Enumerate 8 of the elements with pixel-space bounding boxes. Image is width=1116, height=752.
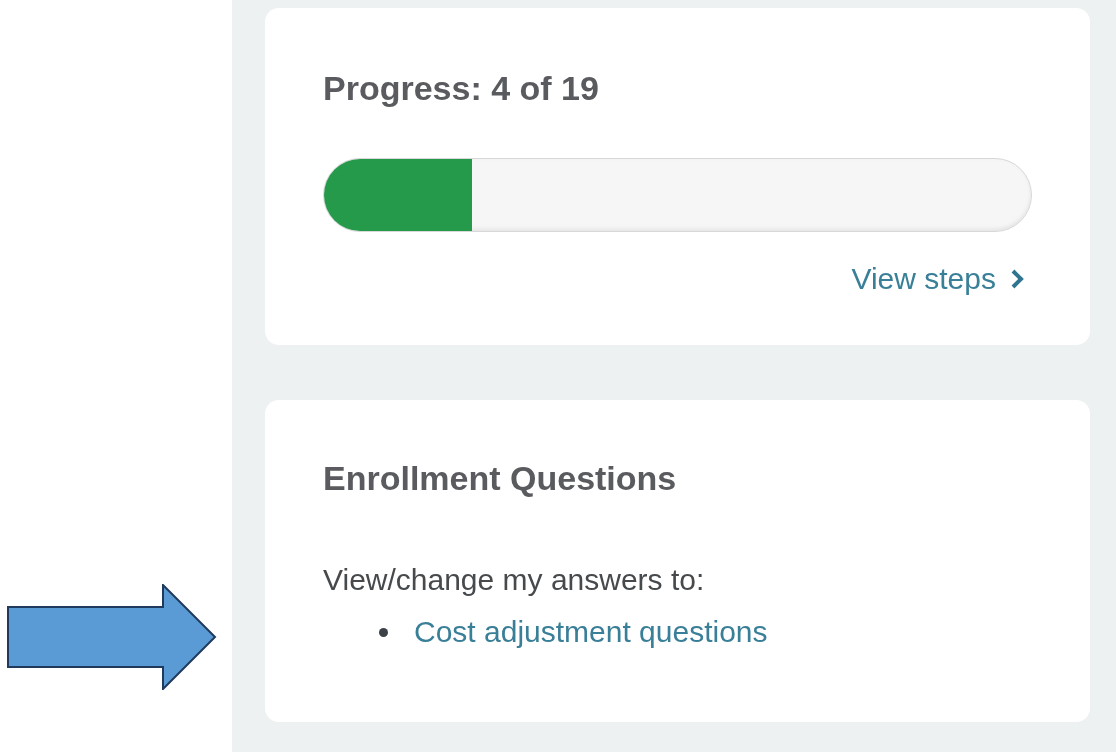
- enrollment-title: Enrollment Questions: [323, 458, 678, 498]
- intro-text: View/change my answers to:: [323, 562, 706, 598]
- chevron-right-icon: [1010, 269, 1024, 289]
- question-link[interactable]: Cost adjustment questions: [414, 612, 768, 652]
- bullet-icon: [379, 627, 388, 637]
- progress-title: Progress: 4 of 19: [323, 68, 600, 108]
- arrow-icon: [7, 584, 217, 690]
- view-steps-link[interactable]: View steps: [851, 262, 1024, 296]
